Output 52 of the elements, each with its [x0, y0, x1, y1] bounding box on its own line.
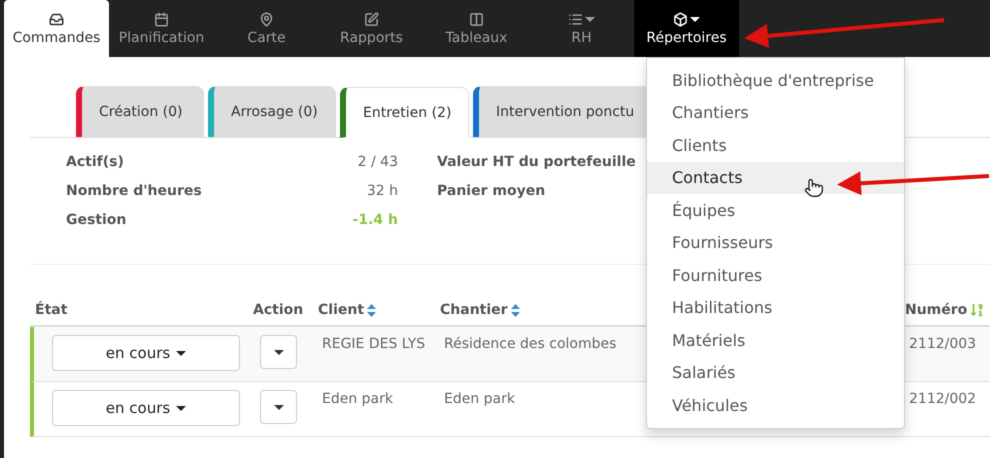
- nav-icon: [568, 12, 583, 26]
- caret-icon: [274, 404, 284, 410]
- stat-value: 32 h: [366, 182, 398, 201]
- category-tab[interactable]: Entretien (2): [340, 87, 469, 138]
- nav-icon: [154, 12, 169, 26]
- hand-cursor-icon: [804, 178, 824, 198]
- menu-item[interactable]: Matériels: [647, 324, 904, 356]
- stat-label: Nombre d'heures: [66, 182, 202, 201]
- action-dropdown[interactable]: [260, 335, 297, 369]
- table-cell-text: 2112/003: [908, 335, 978, 354]
- menu-item[interactable]: Bibliothèque d'entreprise: [647, 64, 904, 96]
- caret-icon: [274, 350, 284, 354]
- sort-icon[interactable]: [367, 304, 376, 316]
- table-cell-text: Eden park: [321, 390, 394, 409]
- nav-icon: [364, 12, 379, 26]
- menu-item[interactable]: Véhicules: [647, 389, 904, 422]
- nav-tab[interactable]: Commandes: [4, 0, 109, 57]
- menu-item[interactable]: Fournisseurs: [647, 226, 904, 259]
- table-cell-text: Résidence des colombes: [443, 335, 618, 354]
- column-header[interactable]: État: [30, 302, 248, 318]
- column-header[interactable]: Client: [313, 302, 435, 318]
- stat-label: Gestion: [66, 211, 126, 230]
- category-tab[interactable]: Création (0): [76, 86, 204, 137]
- status-dropdown[interactable]: en cours: [52, 390, 240, 426]
- menu-item[interactable]: Chantiers: [647, 96, 904, 129]
- column-header[interactable]: Action: [248, 302, 313, 318]
- menu-item[interactable]: Salariés: [647, 356, 904, 389]
- category-tab[interactable]: Arrosage (0): [208, 86, 336, 137]
- status-dropdown[interactable]: en cours: [52, 335, 240, 371]
- stat-label: Actif(s): [66, 153, 124, 172]
- stat-value: 2 / 43: [358, 153, 398, 172]
- action-dropdown[interactable]: [260, 390, 297, 424]
- stat-label: Panier moyen: [437, 182, 546, 201]
- stat-label: Valeur HT du portefeuille: [437, 153, 636, 172]
- nav-icon: [469, 12, 484, 26]
- table-cell-text: REGIE DES LYS: [321, 335, 426, 354]
- nav-icon: [49, 12, 64, 26]
- menu-item[interactable]: Habilitations: [647, 292, 904, 324]
- menu-item[interactable]: Fournitures: [647, 259, 904, 292]
- sort-icon[interactable]: [970, 303, 984, 317]
- menu-item[interactable]: Contacts: [647, 162, 904, 194]
- sort-icon[interactable]: [510, 304, 520, 316]
- table-cell-text: 2112/002: [908, 390, 978, 409]
- table-cell-text: Eden park: [443, 390, 516, 409]
- stat-value: -1.4 h: [352, 211, 398, 230]
- menu-item[interactable]: Équipes: [647, 194, 904, 226]
- column-header[interactable]: Chantier: [435, 302, 635, 318]
- menu-item[interactable]: Clients: [647, 129, 904, 162]
- caret-icon: [176, 350, 186, 356]
- nav-icon: [259, 12, 274, 26]
- nav-tab[interactable]: Répertoires: [634, 0, 739, 57]
- caret-icon: [176, 406, 186, 410]
